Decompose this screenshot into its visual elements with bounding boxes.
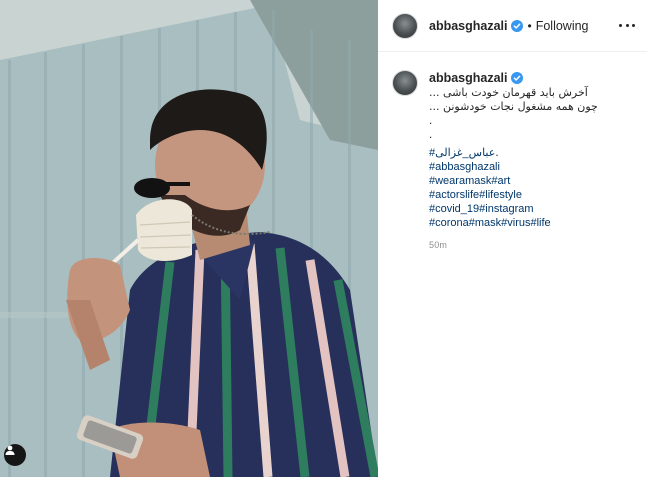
caption-username[interactable]: abbasghazali <box>429 70 508 86</box>
post-timestamp[interactable]: 50m <box>429 240 629 250</box>
post-photo[interactable] <box>0 0 378 477</box>
hashtag-link[interactable]: #wearamask#art <box>429 174 629 188</box>
verified-badge-icon <box>510 19 523 32</box>
caption-avatar[interactable] <box>392 70 418 96</box>
hashtag-link[interactable]: #covid_19#instagram <box>429 202 629 216</box>
caption-line: . <box>429 115 433 127</box>
post-header: abbasghazali • Following <box>378 0 647 52</box>
verified-badge-icon <box>510 72 523 84</box>
hashtag-link[interactable]: #عباس_غزالی <box>429 146 495 160</box>
caption-line: چون همه مشغول نجات خودشونن ... <box>429 100 598 113</box>
post-side-panel: abbasghazali • Following abbasghazali آخ… <box>378 0 647 477</box>
user-tag-icon <box>5 445 15 455</box>
header-username[interactable]: abbasghazali <box>429 19 508 33</box>
hashtag-link[interactable]: #actorslife#lifestyle <box>429 188 629 202</box>
caption-comment: abbasghazali آخرش باید قهرمان خودت باشی … <box>392 70 637 250</box>
avatar[interactable] <box>392 12 418 39</box>
hashtag-link[interactable]: #corona#mask#virus#life <box>429 216 629 230</box>
caption-line: . <box>429 129 433 141</box>
more-options-icon[interactable] <box>619 17 635 33</box>
user-tag-button[interactable] <box>4 444 26 466</box>
separator: • <box>527 18 532 33</box>
post-photo-art <box>0 0 378 477</box>
caption-line: آخرش باید قهرمان خودت باشی ... <box>429 86 588 99</box>
hashtag-link[interactable]: #abbasghazali <box>429 160 629 174</box>
following-button[interactable]: Following <box>536 19 589 33</box>
hashtag-suffix: . <box>495 147 499 159</box>
